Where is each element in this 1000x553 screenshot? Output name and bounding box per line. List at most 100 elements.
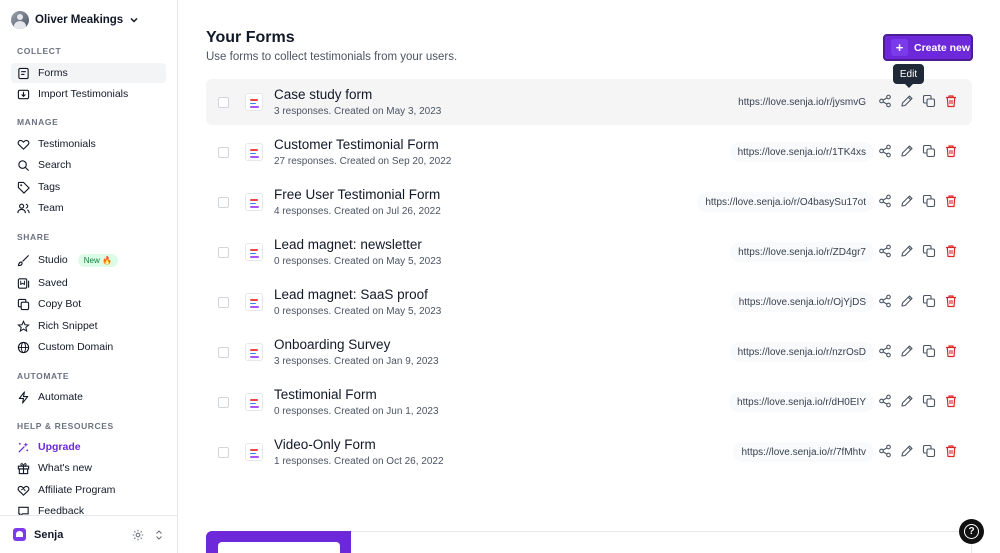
- share-icon[interactable]: [878, 344, 892, 358]
- form-name[interactable]: Lead magnet: newsletter: [274, 237, 422, 252]
- form-doc-icon: [245, 293, 263, 311]
- trash-icon[interactable]: [944, 244, 958, 258]
- sidebar-item-rich-snippet[interactable]: Rich Snippet: [11, 316, 166, 336]
- globe-icon: [17, 341, 30, 353]
- sidebar-item-automate[interactable]: Automate: [11, 387, 166, 407]
- form-url-link[interactable]: https://love.senja.io/r/7fMhtv: [733, 442, 874, 462]
- duplicate-icon[interactable]: [922, 194, 936, 208]
- trash-icon[interactable]: [944, 294, 958, 308]
- form-row[interactable]: Testimonial Form 0 responses. Created on …: [206, 379, 972, 425]
- duplicate-icon[interactable]: [922, 394, 936, 408]
- form-meta: 3 responses. Created on Jan 9, 2023: [274, 356, 439, 367]
- form-url-link[interactable]: https://love.senja.io/r/OjYjDS: [730, 292, 874, 312]
- share-icon[interactable]: [878, 194, 892, 208]
- duplicate-icon[interactable]: [922, 94, 936, 108]
- sidebar-item-custom-domain[interactable]: Custom Domain: [11, 337, 166, 357]
- edit-icon[interactable]: [900, 244, 914, 258]
- row-checkbox[interactable]: [218, 147, 229, 158]
- duplicate-icon[interactable]: [922, 144, 936, 158]
- form-row[interactable]: Case study form 3 responses. Created on M…: [206, 79, 972, 125]
- sidebar-item-studio[interactable]: Studio New 🔥: [11, 250, 166, 270]
- duplicate-icon[interactable]: [922, 294, 936, 308]
- sidebar-item-forms[interactable]: Forms: [11, 63, 166, 83]
- promo-card: [206, 531, 972, 553]
- form-name[interactable]: Case study form: [274, 87, 372, 102]
- share-icon[interactable]: [878, 244, 892, 258]
- form-url-link[interactable]: https://love.senja.io/r/ZD4gr7: [730, 242, 874, 262]
- form-row[interactable]: Onboarding Survey 3 responses. Created on…: [206, 329, 972, 375]
- trash-icon[interactable]: [944, 344, 958, 358]
- form-name[interactable]: Free User Testimonial Form: [274, 187, 440, 202]
- form-name[interactable]: Lead magnet: SaaS proof: [274, 287, 428, 302]
- trash-icon[interactable]: [944, 394, 958, 408]
- row-checkbox[interactable]: [218, 247, 229, 258]
- sidebar-item-label: Team: [38, 202, 64, 214]
- form-url-link[interactable]: https://love.senja.io/r/dH0EIY: [729, 392, 874, 412]
- form-meta: 0 responses. Created on May 5, 2023: [274, 256, 442, 267]
- trash-icon[interactable]: [944, 194, 958, 208]
- trash-icon[interactable]: [944, 94, 958, 108]
- app: Oliver Meakings COLLECT Forms Import Tes…: [0, 0, 1000, 553]
- share-icon[interactable]: [878, 394, 892, 408]
- edit-icon[interactable]: [900, 194, 914, 208]
- duplicate-icon[interactable]: [922, 344, 936, 358]
- duplicate-icon[interactable]: [922, 244, 936, 258]
- form-row[interactable]: Lead magnet: newsletter 0 responses. Crea…: [206, 229, 972, 275]
- sidebar-item-import-testimonials[interactable]: Import Testimonials: [11, 84, 166, 104]
- form-url-link[interactable]: https://love.senja.io/r/O4basySu17ot: [697, 192, 874, 212]
- sidebar-item-tags[interactable]: Tags: [11, 177, 166, 197]
- form-url-link[interactable]: https://love.senja.io/r/1TK4xs: [729, 142, 874, 162]
- workspace-switcher[interactable]: Senja: [0, 515, 177, 553]
- form-name[interactable]: Video-Only Form: [274, 437, 376, 452]
- sidebar: Oliver Meakings COLLECT Forms Import Tes…: [0, 0, 178, 553]
- share-icon[interactable]: [878, 144, 892, 158]
- share-icon[interactable]: [878, 294, 892, 308]
- sidebar-item-copy-bot[interactable]: Copy Bot: [11, 294, 166, 314]
- help-button[interactable]: ?: [959, 519, 984, 544]
- sidebar-item-testimonials[interactable]: Testimonials: [11, 134, 166, 154]
- sidebar-item-affiliate-program[interactable]: Affiliate Program: [11, 480, 166, 500]
- edit-icon[interactable]: [900, 144, 914, 158]
- section-help: HELP & RESOURCES: [17, 421, 114, 431]
- sidebar-item-whats-new[interactable]: What's new: [11, 458, 166, 478]
- edit-icon[interactable]: [900, 294, 914, 308]
- sidebar-item-team[interactable]: Team: [11, 198, 166, 218]
- form-row[interactable]: Lead magnet: SaaS proof 0 responses. Crea…: [206, 279, 972, 325]
- sidebar-item-upgrade[interactable]: Upgrade: [11, 437, 166, 457]
- form-name[interactable]: Customer Testimonial Form: [274, 137, 439, 152]
- row-checkbox[interactable]: [218, 97, 229, 108]
- form-row[interactable]: Video-Only Form 1 responses. Created on O…: [206, 429, 972, 475]
- edit-icon[interactable]: [900, 94, 914, 108]
- user-menu[interactable]: Oliver Meakings: [11, 10, 139, 30]
- row-checkbox[interactable]: [218, 447, 229, 458]
- form-name[interactable]: Onboarding Survey: [274, 337, 390, 352]
- row-actions: [878, 394, 958, 408]
- trash-icon[interactable]: [944, 144, 958, 158]
- promo-card-banner: [206, 531, 351, 553]
- create-new-button[interactable]: + Create new: [883, 34, 973, 61]
- row-checkbox[interactable]: [218, 297, 229, 308]
- chevron-updown-icon[interactable]: [153, 529, 165, 541]
- edit-icon[interactable]: [900, 444, 914, 458]
- row-checkbox[interactable]: [218, 197, 229, 208]
- trash-icon[interactable]: [944, 444, 958, 458]
- gift-icon: [17, 462, 30, 474]
- share-icon[interactable]: [878, 94, 892, 108]
- sidebar-item-search[interactable]: Search: [11, 155, 166, 175]
- star-icon: [17, 319, 30, 332]
- edit-icon[interactable]: [900, 394, 914, 408]
- form-url-link[interactable]: https://love.senja.io/r/jysmvG: [730, 92, 874, 112]
- import-icon: [17, 89, 30, 99]
- form-name[interactable]: Testimonial Form: [274, 387, 377, 402]
- row-checkbox[interactable]: [218, 347, 229, 358]
- form-url-link[interactable]: https://love.senja.io/r/nzrOsD: [729, 342, 874, 362]
- sidebar-item-saved[interactable]: Saved: [11, 273, 166, 293]
- form-row[interactable]: Free User Testimonial Form 4 responses. C…: [206, 179, 972, 225]
- edit-icon[interactable]: [900, 344, 914, 358]
- share-icon[interactable]: [878, 444, 892, 458]
- gear-icon[interactable]: [132, 529, 144, 541]
- avatar: [11, 11, 29, 29]
- duplicate-icon[interactable]: [922, 444, 936, 458]
- form-row[interactable]: Customer Testimonial Form 27 responses. C…: [206, 129, 972, 175]
- row-checkbox[interactable]: [218, 397, 229, 408]
